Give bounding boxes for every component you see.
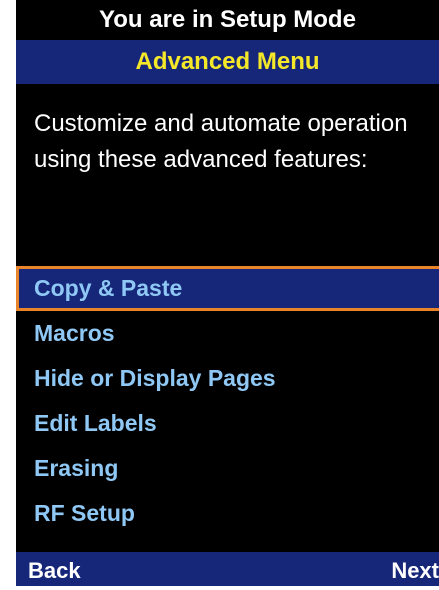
menu-item-label: Erasing xyxy=(34,455,119,481)
softkey-bar: Back Next xyxy=(16,552,439,586)
menu-title: Advanced Menu xyxy=(135,48,320,75)
menu-item-edit-labels[interactable]: Edit Labels xyxy=(16,401,439,446)
menu-item-hide-display-pages[interactable]: Hide or Display Pages xyxy=(16,356,439,401)
menu-item-label: Hide or Display Pages xyxy=(34,365,276,391)
menu-item-label: Edit Labels xyxy=(34,410,157,436)
menu-item-label: RF Setup xyxy=(34,500,135,526)
menu-item-rf-setup[interactable]: RF Setup xyxy=(16,491,439,536)
remote-screen: You are in Setup Mode Advanced Menu Cust… xyxy=(16,0,439,586)
mode-status-text: You are in Setup Mode xyxy=(99,6,356,33)
menu-item-label: Macros xyxy=(34,320,115,346)
menu-title-bar: Advanced Menu xyxy=(16,40,439,84)
menu-item-copy-paste[interactable]: Copy & Paste xyxy=(16,266,439,311)
menu-item-label: Copy & Paste xyxy=(34,275,183,301)
menu-item-macros[interactable]: Macros xyxy=(16,311,439,356)
menu-description: Customize and automate operation using t… xyxy=(34,110,408,173)
back-softkey[interactable]: Back xyxy=(28,552,81,586)
menu-item-erasing[interactable]: Erasing xyxy=(16,446,439,491)
mode-status-bar: You are in Setup Mode xyxy=(16,0,439,40)
advanced-menu-list: Copy & Paste Macros Hide or Display Page… xyxy=(16,266,439,536)
next-softkey[interactable]: Next xyxy=(391,552,439,586)
